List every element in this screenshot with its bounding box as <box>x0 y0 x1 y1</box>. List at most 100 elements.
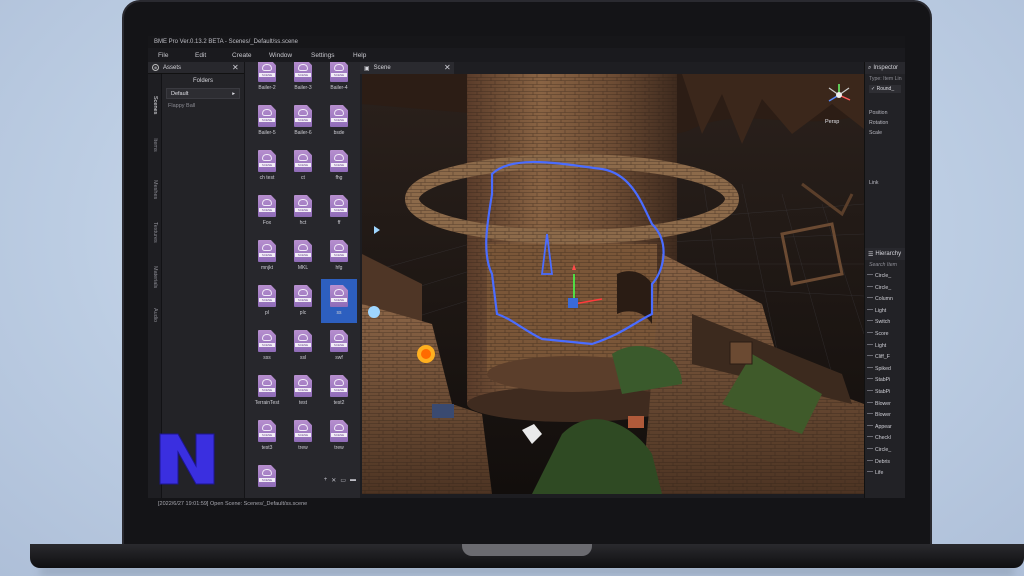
tab-audio[interactable]: Audio <box>152 308 158 322</box>
scene-viewport[interactable]: Persp <box>362 74 864 494</box>
scene-file-tag: SCENE <box>259 253 275 257</box>
scene-file[interactable]: SCENE trew <box>285 414 321 458</box>
scene-file-tag: SCENE <box>295 208 311 212</box>
scene-file[interactable]: SCENE test2 <box>321 369 357 413</box>
projection-label[interactable]: Persp <box>825 119 839 125</box>
menu-window[interactable]: Window <box>269 52 311 59</box>
scene-file[interactable]: SCENE MKL <box>285 234 321 278</box>
tab-materials[interactable]: Materials <box>152 266 158 288</box>
scene-file-tag: SCENE <box>331 298 347 302</box>
folder-icon[interactable]: ▭ <box>340 477 346 484</box>
scene-file[interactable]: SCENE fhg <box>321 144 357 188</box>
cloud-icon <box>334 289 344 296</box>
scene-file[interactable]: SCENE pl <box>249 279 285 323</box>
orientation-gizmo[interactable] <box>826 82 852 108</box>
hierarchy-item[interactable]: Circle_ <box>865 270 905 282</box>
tree-line-icon <box>867 285 873 287</box>
hierarchy-item[interactable]: Light <box>865 340 905 352</box>
hierarchy-item[interactable]: Circle_ <box>865 444 905 456</box>
scene-file[interactable]: SCENE hct <box>285 189 321 233</box>
scene-file[interactable]: SCENE ss <box>321 279 357 323</box>
hierarchy-item-label: StabPi <box>875 377 891 384</box>
hierarchy-item[interactable]: Blower <box>865 398 905 410</box>
hierarchy-panel: ☰ Hierarchy Search Item Circle_ Circle_ Co… <box>864 248 905 498</box>
cloud-icon <box>334 64 344 71</box>
globe-icon: ⊕ <box>152 64 159 71</box>
scene-file[interactable]: SCENE swf <box>321 324 357 368</box>
tab-meshes[interactable]: Meshes <box>152 180 158 199</box>
scene-file[interactable]: SCENE Bailer-2 <box>249 62 285 98</box>
folders-icon[interactable]: ▬ <box>350 477 356 484</box>
close-icon[interactable]: ✕ <box>232 63 239 72</box>
scene-file[interactable]: SCENE test3 <box>249 414 285 458</box>
hierarchy-item[interactable]: Appear <box>865 421 905 433</box>
scene-file[interactable]: SCENE trew <box>321 414 357 458</box>
scene-file[interactable]: SCENE ct <box>285 144 321 188</box>
tab-textures[interactable]: Textures <box>152 222 158 243</box>
scene-file[interactable]: SCENE test <box>285 369 321 413</box>
hierarchy-search-input[interactable]: Search Item <box>865 260 905 270</box>
scene-file-tag: SCENE <box>295 118 311 122</box>
hierarchy-item[interactable]: Column <box>865 293 905 305</box>
search-icon: ⌕ <box>868 64 872 71</box>
tree-line-icon <box>867 389 873 391</box>
scene-file[interactable]: SCENE TerrainTest <box>249 369 285 413</box>
menu-create[interactable]: Create <box>232 52 269 59</box>
assets-panel-title: Assets <box>163 64 182 71</box>
scene-file[interactable]: SCENE ff <box>321 189 357 233</box>
add-icon[interactable]: + <box>324 477 328 484</box>
tree-line-icon <box>867 447 873 449</box>
hierarchy-item[interactable]: Blower <box>865 409 905 421</box>
scene-tabbar-filler <box>454 62 864 74</box>
tree-line-icon <box>867 355 873 357</box>
scene-panel-title: Scene <box>373 65 391 71</box>
close-icon[interactable]: ✕ <box>444 63 451 72</box>
scene-file[interactable]: SCENE Bailer-3 <box>285 62 321 98</box>
inspector-panel: ⌕ Inspector Type: Item Lin ✓ Round_ Posi… <box>864 62 905 252</box>
menu-help[interactable]: Help <box>353 52 390 59</box>
folder-flappy-ball[interactable]: Flappy Ball <box>166 103 240 109</box>
scene-file[interactable]: SCENE <box>249 459 285 498</box>
scene-file[interactable]: SCENE plc <box>285 279 321 323</box>
hierarchy-item[interactable]: StabPi <box>865 374 905 386</box>
scene-file-name: MKL <box>297 265 309 271</box>
hierarchy-item[interactable]: Light <box>865 305 905 317</box>
menu-settings[interactable]: Settings <box>311 52 353 59</box>
object-name-field[interactable]: ✓ Round_ <box>869 85 901 93</box>
scene-file-icon: SCENE <box>258 150 276 172</box>
scene-file[interactable]: SCENE Bailer-4 <box>321 62 357 98</box>
hierarchy-item[interactable]: Circle_ <box>865 282 905 294</box>
cloud-icon <box>262 334 272 341</box>
menu-file[interactable]: File <box>158 52 195 59</box>
hierarchy-item[interactable]: StabPi <box>865 386 905 398</box>
scene-file[interactable]: SCENE ch test <box>249 144 285 188</box>
folder-default[interactable]: Default ▸ <box>166 88 240 99</box>
hierarchy-item[interactable]: Cliff_F <box>865 351 905 363</box>
hierarchy-item[interactable]: Spiked <box>865 363 905 375</box>
scene-file[interactable]: SCENE bsde <box>321 99 357 143</box>
hierarchy-item[interactable]: Checkl <box>865 432 905 444</box>
hierarchy-item[interactable]: Switch <box>865 316 905 328</box>
scene-file[interactable]: SCENE mnjkt <box>249 234 285 278</box>
window-title: BME Pro Ver.0.13.2 BETA - Scenes/_Defaul… <box>148 36 905 48</box>
scene-file[interactable]: SCENE sss <box>249 324 285 368</box>
scale-label: Scale <box>869 130 882 136</box>
tab-items[interactable]: Items <box>152 138 158 152</box>
files-toolbar: + ✕ ▭ ▬ <box>324 477 356 484</box>
menu-edit[interactable]: Edit <box>195 52 232 59</box>
scene-file-name: trew <box>334 445 344 451</box>
scene-file-tag: SCENE <box>259 163 275 167</box>
scene-file[interactable]: SCENE ssl <box>285 324 321 368</box>
scene-file[interactable]: SCENE Bailer-5 <box>249 99 285 143</box>
hierarchy-item[interactable]: Score <box>865 328 905 340</box>
hierarchy-item[interactable]: Life <box>865 467 905 479</box>
scene-file[interactable]: SCENE Bailer-6 <box>285 99 321 143</box>
scene-file[interactable]: SCENE hfg <box>321 234 357 278</box>
cloud-icon <box>262 244 272 251</box>
scene-file-name: Bailer-5 <box>258 130 276 136</box>
tab-scenes[interactable]: Scenes <box>152 96 158 114</box>
delete-icon[interactable]: ✕ <box>331 477 336 484</box>
scene-file[interactable]: SCENE Fox <box>249 189 285 233</box>
hierarchy-item[interactable]: Debris <box>865 456 905 468</box>
scene-file-tag: SCENE <box>295 343 311 347</box>
